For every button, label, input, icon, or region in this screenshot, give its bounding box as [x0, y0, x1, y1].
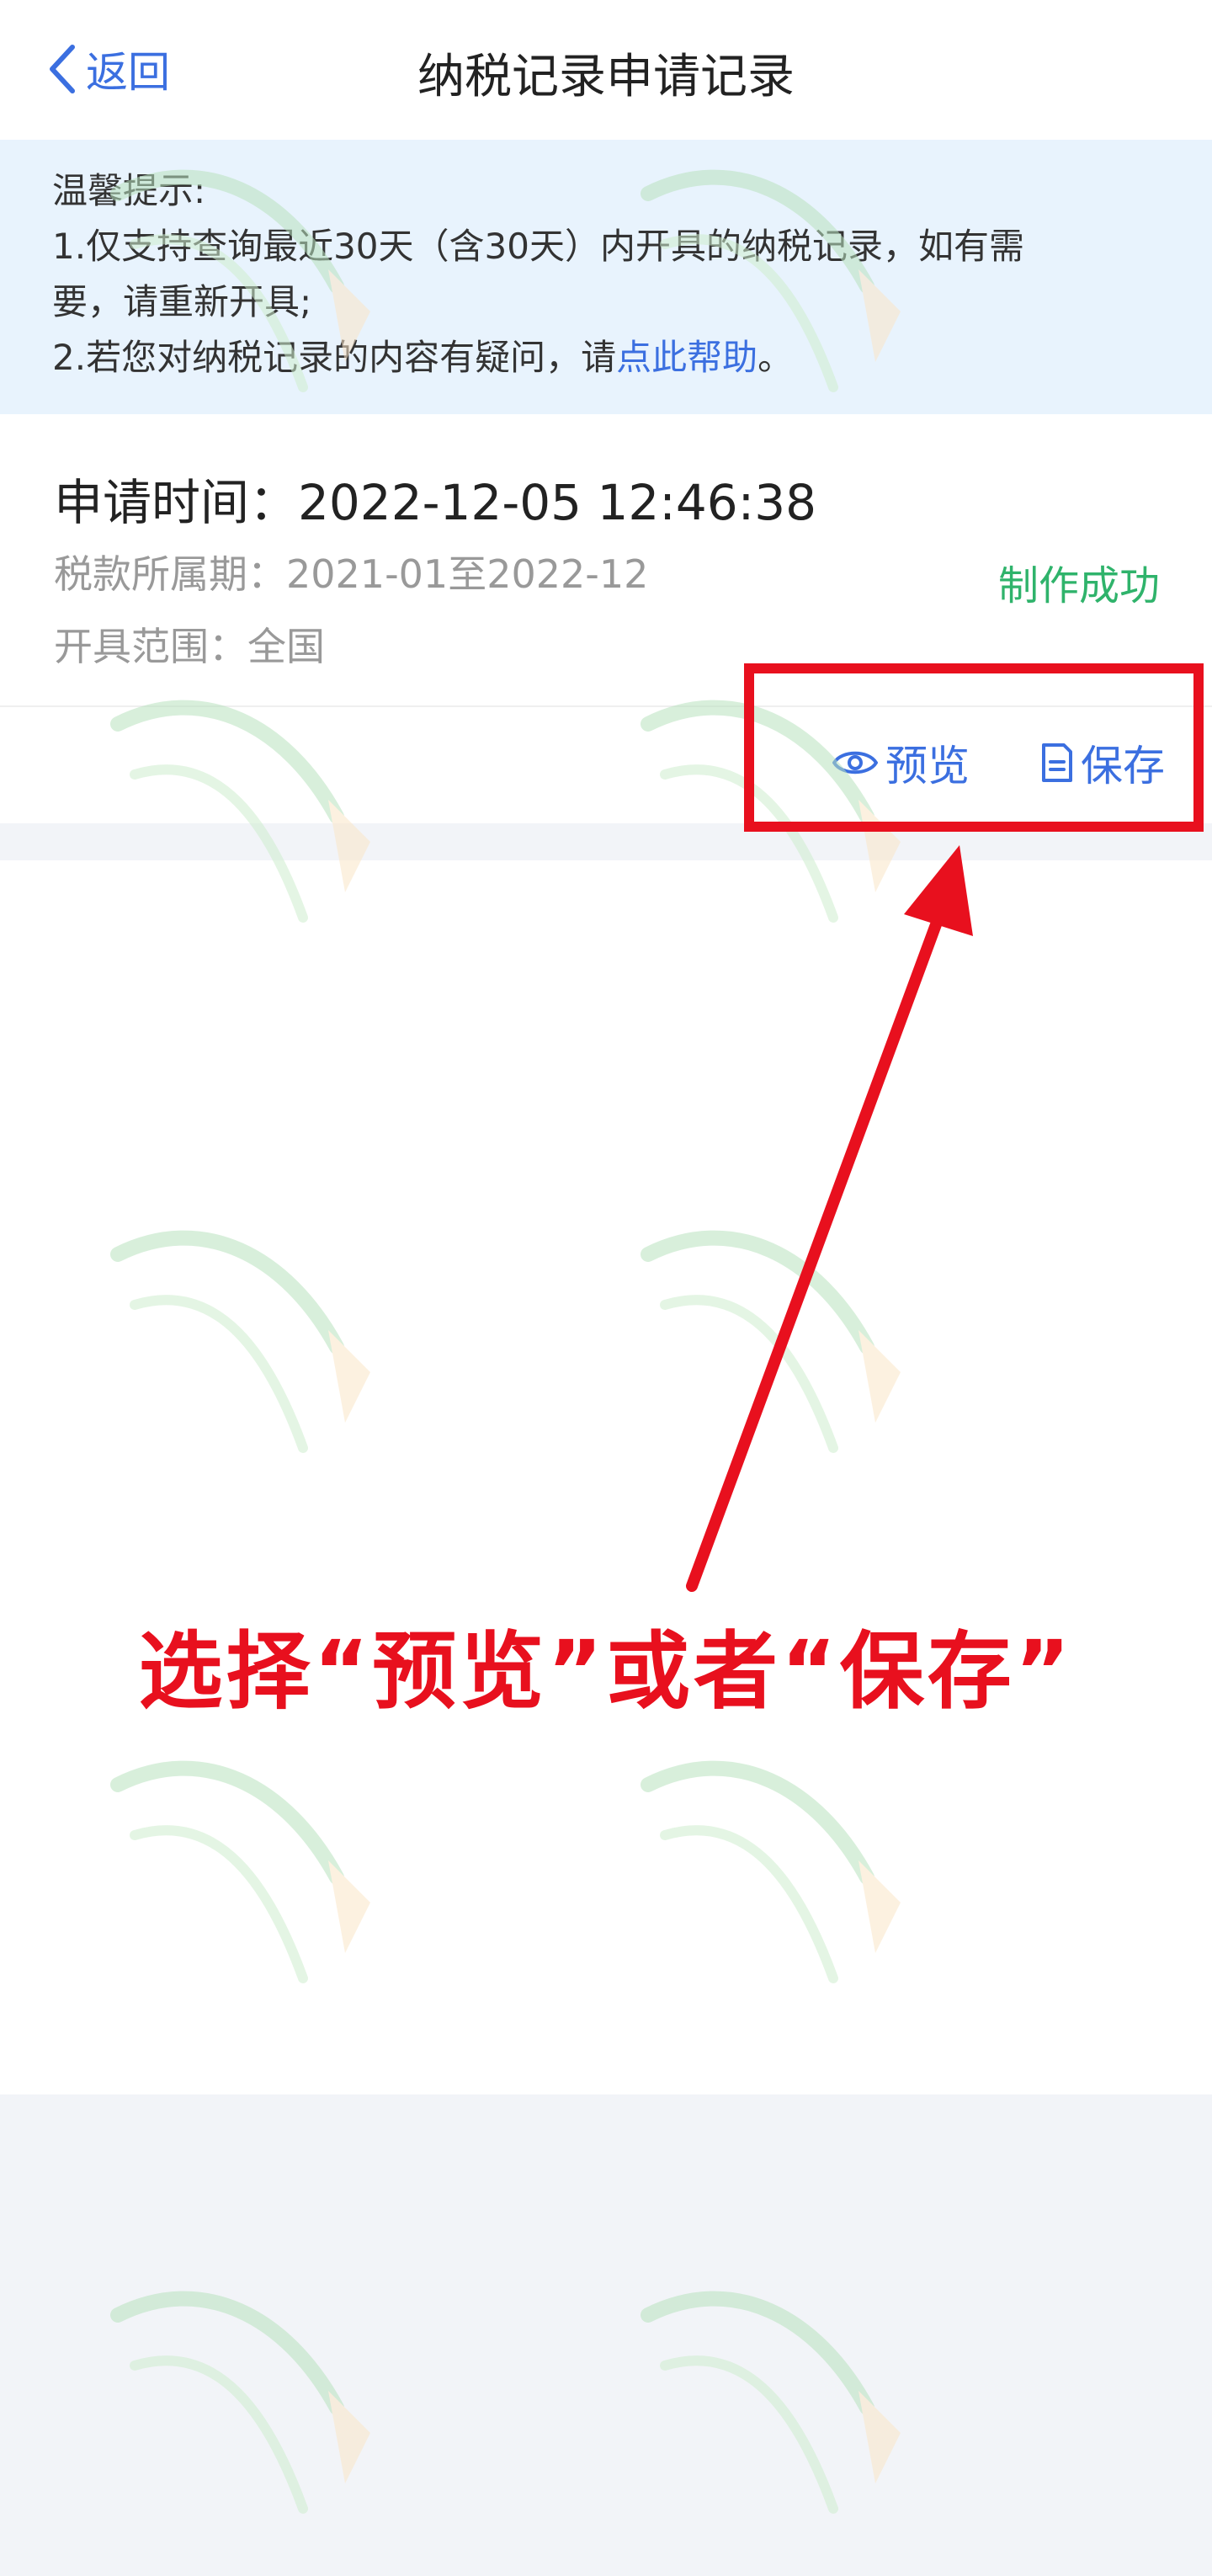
notice-panel: 温馨提示: 1.仅支持查询最近30天（含30天）内开具的纳税记录，如有需 要，请… — [0, 140, 1212, 414]
status-badge: 制作成功 — [997, 562, 1160, 609]
notice-heading: 温馨提示: — [52, 170, 206, 211]
notice-line-1: 1.仅支持查询最近30天（含30天）内开具的纳税记录，如有需 — [52, 226, 1024, 267]
issue-scope: 开具范围：全国 — [54, 624, 325, 669]
nav-header: 返回 纳税记录申请记录 — [0, 0, 1212, 140]
highlight-box — [744, 663, 1204, 832]
page-title: 纳税记录申请记录 — [417, 50, 795, 104]
apply-time: 申请时间：2022-12-05 12:46:38 — [54, 474, 816, 531]
notice-line-3: 2.若您对纳税记录的内容有疑问，请点此帮助。 — [52, 330, 1160, 386]
help-link[interactable]: 点此帮助 — [616, 337, 758, 378]
watermark-logo — [641, 2291, 901, 2514]
notice-line-3-suffix: 。 — [758, 337, 794, 378]
notice-line-2: 要，请重新开具; — [52, 281, 312, 322]
notice-line-3-prefix: 2.若您对纳税记录的内容有疑问，请 — [52, 337, 617, 378]
watermark-logo — [110, 2291, 370, 2514]
tax-period: 税款所属期：2021-01至2022-12 — [54, 551, 649, 597]
empty-content-panel — [0, 860, 1212, 2094]
annotation-text: 选择“预览”或者“保存” — [138, 1622, 1074, 1721]
